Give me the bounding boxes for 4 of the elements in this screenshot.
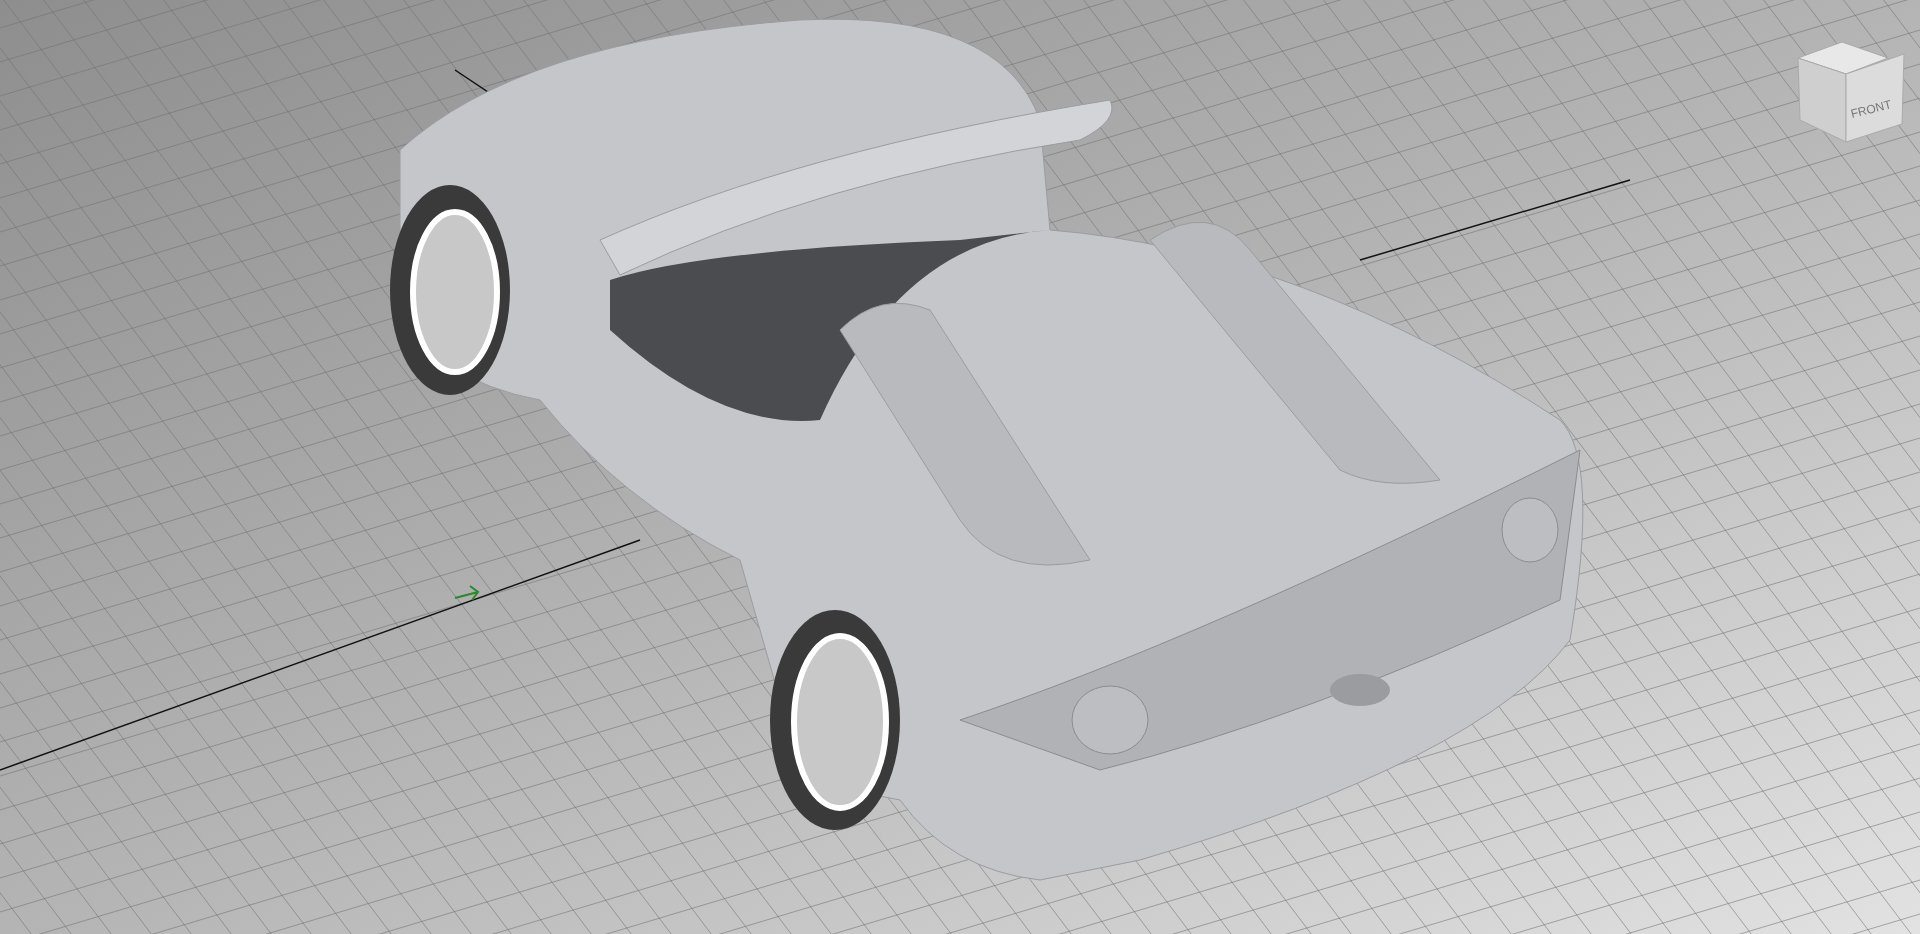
- view-cube[interactable]: FRONT: [1796, 40, 1906, 150]
- cube-icon: [1797, 41, 1905, 143]
- cube-face-label: FRONT: [1849, 97, 1893, 121]
- arrow-icon: [454, 585, 480, 601]
